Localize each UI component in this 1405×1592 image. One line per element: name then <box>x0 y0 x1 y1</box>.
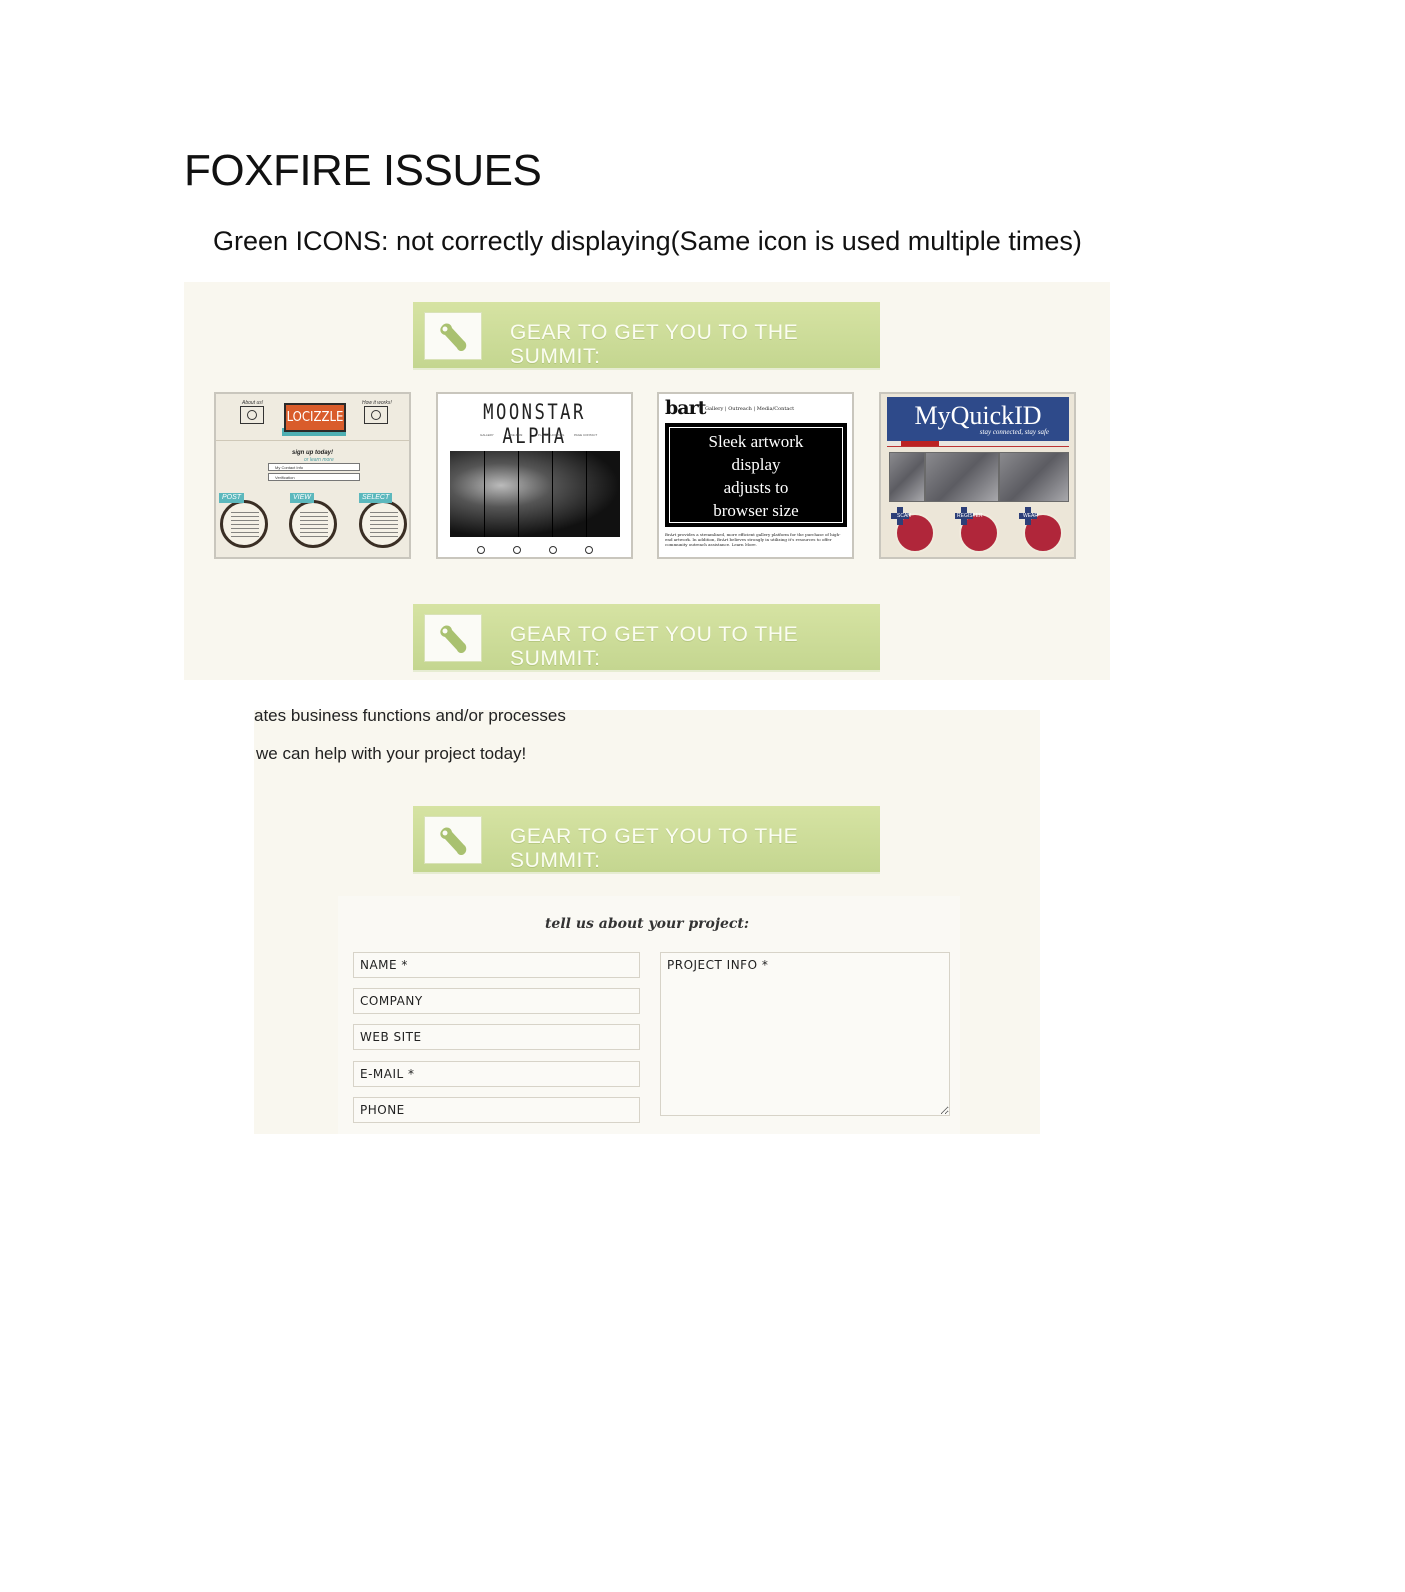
nav-bar <box>887 441 1069 447</box>
page-text-line: ates business functions and/or processes <box>254 706 566 725</box>
nav-item: PAGE CONTACT <box>574 433 598 437</box>
section-banner: GEAR TO GET YOU TO THE SUMMIT: <box>413 604 880 672</box>
social-icon <box>477 546 485 554</box>
phone-field[interactable] <box>353 1097 640 1123</box>
section-banner: GEAR TO GET YOU TO THE SUMMIT: <box>413 806 880 874</box>
photo <box>999 452 1069 502</box>
step-circle <box>289 500 337 548</box>
wrench-icon <box>424 816 482 864</box>
banner-text: GEAR TO GET YOU TO THE SUMMIT: <box>510 623 799 670</box>
play-icon <box>364 406 388 424</box>
thumbnail-locizzle[interactable]: About us! How it works! LOCIZZLE sign up… <box>214 392 411 559</box>
name-field[interactable] <box>353 952 640 978</box>
headline-line: display <box>731 455 781 474</box>
page-title: FOXFIRE ISSUES <box>184 146 542 195</box>
select-tag: SELECT <box>359 493 393 503</box>
photo <box>925 452 999 502</box>
section-banner: GEAR TO GET YOU TO THE SUMMIT: <box>413 302 880 370</box>
headline-box: Sleek artwork display adjusts to browser… <box>665 423 847 527</box>
website-field[interactable] <box>353 1024 640 1050</box>
bart-logo: bart <box>665 397 706 419</box>
headline-line: adjusts to <box>723 478 789 497</box>
headline-line: Sleek artwork <box>708 432 804 451</box>
form-title: tell us about your project: <box>544 916 750 932</box>
nav-item: PLANET HOPPING <box>538 433 565 437</box>
step-circle <box>220 500 268 548</box>
moonstar-title: MOONSTAR ALPHA <box>483 400 586 448</box>
verification-field: Verification <box>268 473 360 481</box>
thumbnail-moonstar-alpha[interactable]: MOONSTAR ALPHA GALLERY ZINE #409 PLANET … <box>436 392 633 559</box>
photo <box>889 452 925 502</box>
about-label: About us! <box>242 400 264 406</box>
social-icon <box>549 546 557 554</box>
view-tag: VIEW <box>290 493 314 503</box>
nebula-image <box>450 451 620 537</box>
issue-description: Green ICONS: not correctly displaying(Sa… <box>213 226 1082 256</box>
myquickid-header: MyQuickID stay connected, stay safe <box>887 397 1069 441</box>
banner-text: GEAR TO GET YOU TO THE SUMMIT: <box>510 321 799 368</box>
play-icon <box>240 406 264 424</box>
bart-nav: Gallery | Outreach | Media/Contact <box>705 406 795 412</box>
banner-text: GEAR TO GET YOU TO THE SUMMIT: <box>510 825 799 872</box>
company-field[interactable] <box>353 988 640 1014</box>
project-info-field[interactable] <box>660 952 950 1116</box>
facebook-icon <box>513 546 521 554</box>
contact-field: My Contact Info <box>268 463 360 471</box>
step-label: SCAN <box>897 513 911 519</box>
wrench-icon <box>424 614 482 662</box>
divider <box>216 440 409 441</box>
headline-line: browser size <box>713 501 799 520</box>
social-icon <box>585 546 593 554</box>
locizzle-logo: LOCIZZLE <box>284 403 346 432</box>
post-tag: POST <box>219 493 245 503</box>
step-circle <box>359 500 407 548</box>
bart-description: BrArt provides a streamlined, more effic… <box>665 532 841 547</box>
nav-item: ZINE #409 <box>508 433 523 437</box>
step-label: WEAR <box>1023 513 1038 519</box>
how-label: How it works! <box>362 400 392 406</box>
thumbnail-bart[interactable]: bart Gallery | Outreach | Media/Contact … <box>657 392 854 559</box>
wrench-icon <box>424 312 482 360</box>
myquickid-title: MyQuickID <box>914 401 1042 430</box>
page-text-line: we can help with your project today! <box>256 744 527 763</box>
nav-item: GALLERY <box>480 433 494 437</box>
signup-heading: sign up today! <box>292 450 333 456</box>
thumbnail-myquickid[interactable]: MyQuickID stay connected, stay safe SCAN… <box>879 392 1076 559</box>
myquickid-tagline: stay connected, stay safe <box>979 428 1049 436</box>
step-label: REGISTER <box>957 513 983 519</box>
email-field[interactable] <box>353 1061 640 1087</box>
